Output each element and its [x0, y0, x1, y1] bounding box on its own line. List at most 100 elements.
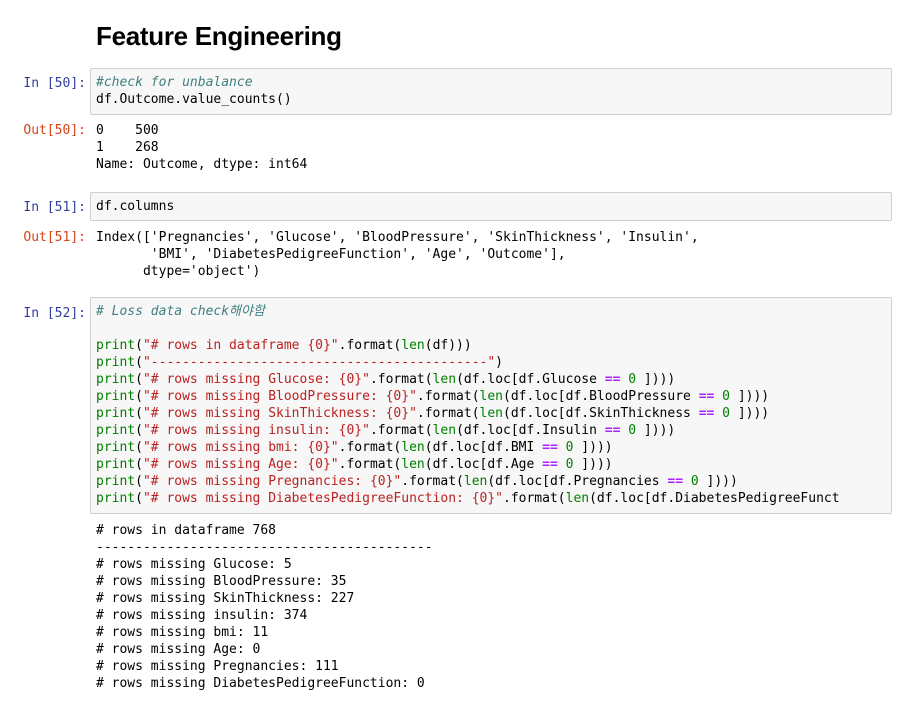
- output-text: Index(['Pregnancies', 'Glucose', 'BloodP…: [96, 229, 699, 280]
- code-token: .format(: [416, 389, 480, 404]
- code-token: 0: [722, 389, 730, 404]
- code-token: len: [401, 440, 425, 455]
- code-token: "# rows missing DiabetesPedigreeFunction…: [142, 491, 503, 506]
- code-line: print("---------------------------------…: [96, 355, 503, 370]
- code-token: ==: [542, 440, 558, 455]
- output-line: # rows missing BloodPressure: 35: [96, 574, 347, 589]
- code-line: print("# rows missing Pregnancies: {0}".…: [96, 474, 738, 489]
- code-token: (: [135, 355, 143, 370]
- code-token: (df.loc[df.Glucose: [456, 372, 605, 387]
- output-area-52: # rows in dataframe 768 ----------------…: [96, 522, 433, 692]
- code-token: ==: [604, 423, 621, 438]
- output-line: # rows in dataframe 768: [96, 523, 277, 538]
- code-line: #check for unbalance: [96, 75, 253, 90]
- code-token: .format(: [416, 406, 480, 421]
- code-editor[interactable]: df.columns: [96, 198, 891, 215]
- code-token: df.columns: [96, 199, 175, 214]
- code-token: ]))): [636, 423, 676, 438]
- code-token: .format(: [338, 457, 402, 472]
- output-text: # rows in dataframe 768 ----------------…: [96, 522, 433, 692]
- code-token: (df))): [424, 338, 472, 353]
- code-token: print: [96, 389, 136, 404]
- code-line: print("# rows missing Glucose: {0}".form…: [96, 372, 675, 387]
- code-token: (df.loc[df.Pregnancies: [487, 474, 668, 489]
- code-token: (: [135, 338, 143, 353]
- code-token: 0: [690, 474, 699, 489]
- code-token: "# rows missing SkinThickness: {0}": [142, 406, 417, 421]
- code-token: (: [135, 474, 143, 489]
- code-token: #check for unbalance: [96, 75, 253, 90]
- code-token: .format(: [503, 491, 566, 506]
- output-line: # rows missing Age: 0: [96, 642, 261, 657]
- code-token: len: [432, 423, 457, 438]
- code-token: df.Outcome.value_counts(): [96, 92, 292, 107]
- code-token: len: [401, 338, 425, 353]
- code-token: (: [135, 389, 143, 404]
- code-token: .format(: [369, 423, 433, 438]
- code-token: ]))): [730, 406, 770, 421]
- code-token: (: [135, 372, 143, 387]
- output-line: # rows missing Pregnancies: 111: [96, 659, 339, 674]
- code-token: "# rows missing Pregnancies: {0}": [142, 474, 402, 489]
- output-line: # rows missing Glucose: 5: [96, 557, 292, 572]
- code-token: 0: [628, 423, 637, 438]
- output-line: # rows missing DiabetesPedigreeFunction:…: [96, 676, 425, 691]
- output-line: Name: Outcome, dtype: int64: [96, 157, 308, 172]
- input-prompt-50: In [50]:: [23, 76, 86, 91]
- code-token: print: [96, 406, 136, 421]
- output-line: dtype='object'): [96, 264, 261, 279]
- code-editor[interactable]: # Loss data check해야함 print("# rows in da…: [96, 303, 891, 507]
- code-line: df.Outcome.value_counts(): [96, 92, 292, 107]
- code-token: len: [479, 389, 504, 404]
- code-token: "---------------------------------------…: [142, 355, 496, 370]
- code-token: len: [565, 491, 590, 506]
- code-token: (df.loc[df.SkinThickness: [503, 406, 699, 421]
- code-editor[interactable]: #check for unbalance df.Outcome.value_co…: [96, 74, 891, 108]
- input-prompt-51: In [51]:: [23, 200, 86, 215]
- code-token: print: [96, 372, 136, 387]
- code-token: (df.loc[df.DiabetesPedigreeFunct: [589, 491, 840, 506]
- code-token: "# rows in dataframe {0}": [142, 338, 339, 353]
- code-cell-50[interactable]: #check for unbalance df.Outcome.value_co…: [90, 68, 892, 115]
- code-cell-52[interactable]: # Loss data check해야함 print("# rows in da…: [90, 297, 892, 514]
- code-token: print: [96, 491, 136, 506]
- output-line: # rows missing SkinThickness: 227: [96, 591, 355, 606]
- code-line: print("# rows missing Age: {0}".format(l…: [96, 457, 613, 472]
- code-token: ==: [542, 457, 558, 472]
- code-token: len: [432, 372, 457, 387]
- code-token: ]))): [698, 474, 738, 489]
- input-prompt-52: In [52]:: [23, 306, 86, 321]
- code-token: .format(: [401, 474, 464, 489]
- code-token: .format(: [338, 440, 402, 455]
- code-token: ]))): [636, 372, 676, 387]
- section-heading: Feature Engineering: [96, 21, 342, 51]
- code-token: ==: [604, 372, 621, 387]
- output-prompt-51: Out[51]:: [23, 230, 86, 245]
- code-cell-51[interactable]: df.columns: [90, 192, 892, 221]
- code-token: ): [495, 355, 503, 370]
- output-area-50: 0 500 1 268 Name: Outcome, dtype: int64: [96, 122, 307, 173]
- output-text: 0 500 1 268 Name: Outcome, dtype: int64: [96, 122, 307, 173]
- code-token: print: [96, 440, 136, 455]
- code-token: ]))): [573, 440, 613, 455]
- code-token: .format(: [338, 338, 402, 353]
- code-token: 0: [628, 372, 637, 387]
- output-line: 0 500: [96, 123, 159, 138]
- output-line: # rows missing insulin: 374: [96, 608, 308, 623]
- code-token: len: [401, 457, 425, 472]
- code-token: print: [96, 423, 136, 438]
- code-token: "# rows missing insulin: {0}": [142, 423, 370, 438]
- code-token: (: [135, 406, 143, 421]
- code-token: (df.loc[df.BMI: [424, 440, 543, 455]
- code-line: print("# rows in dataframe {0}".format(l…: [96, 338, 472, 353]
- code-token: print: [96, 355, 136, 370]
- code-token: (: [135, 457, 143, 472]
- code-token: print: [96, 474, 136, 489]
- code-token: ]))): [573, 457, 613, 472]
- code-token: "# rows missing bmi: {0}": [142, 440, 339, 455]
